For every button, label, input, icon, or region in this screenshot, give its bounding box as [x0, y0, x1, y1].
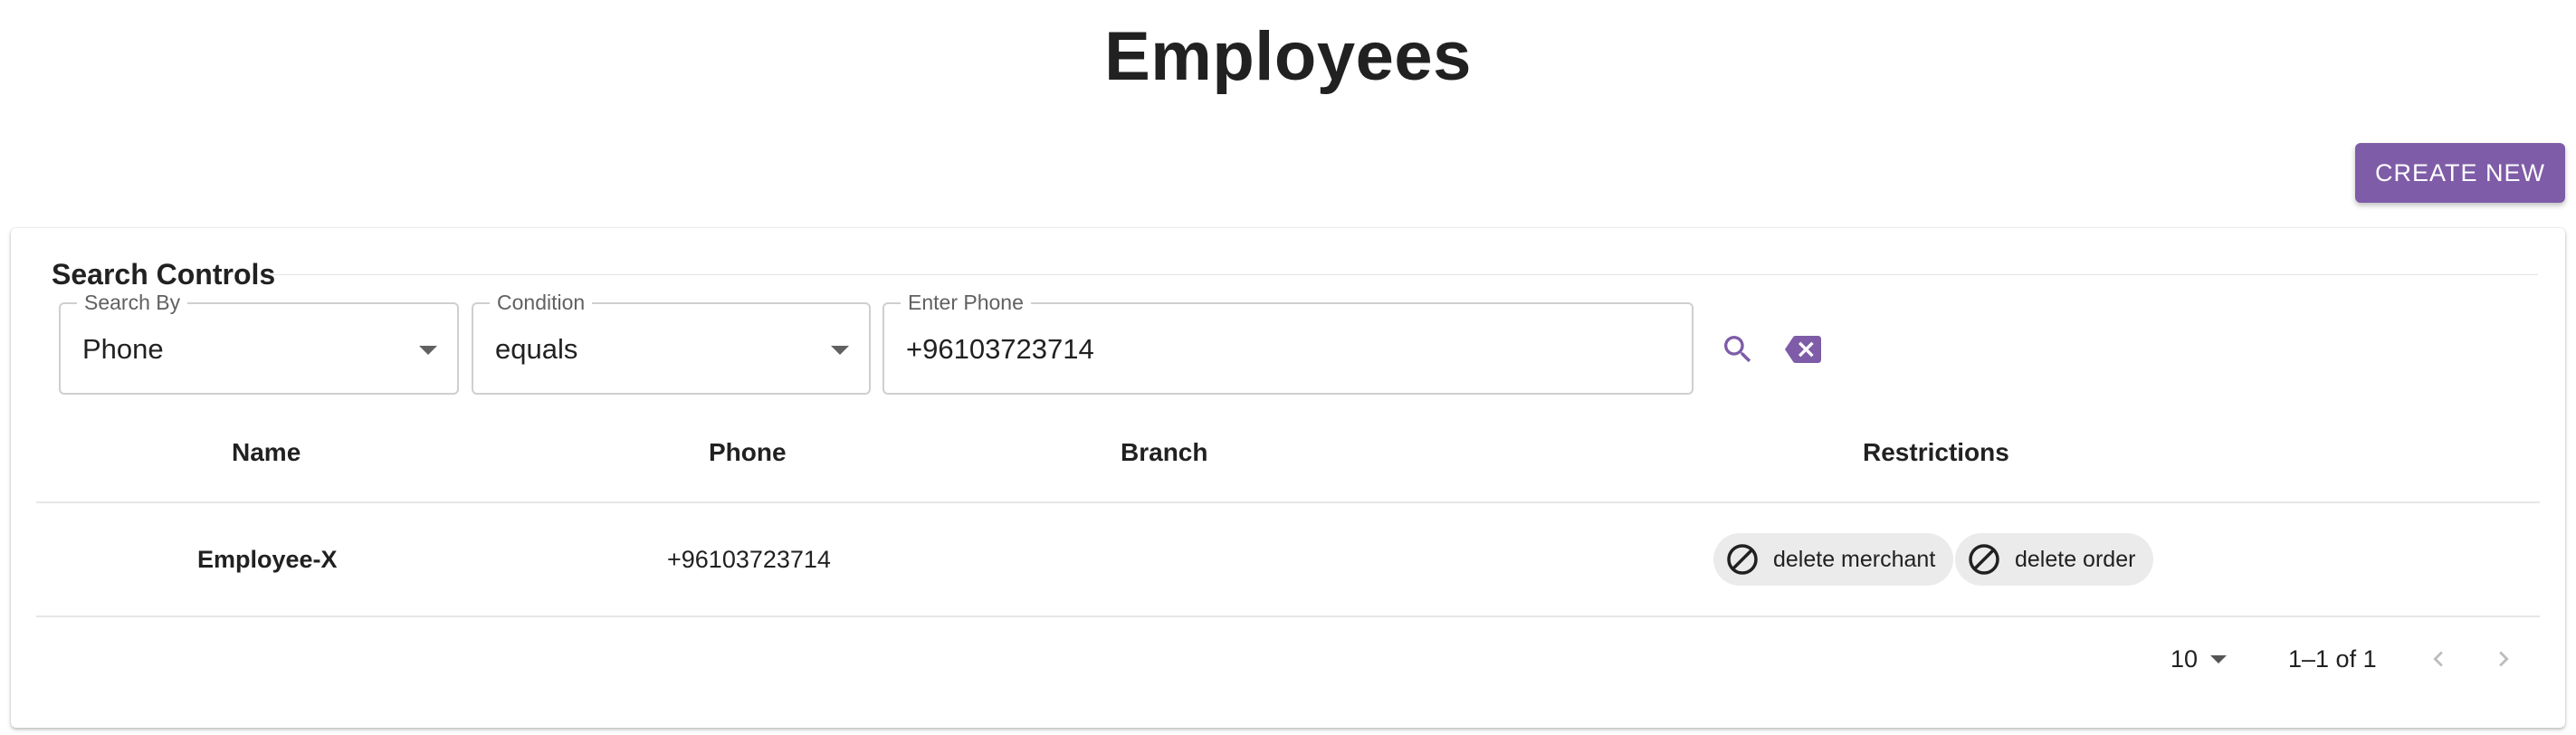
phone-input[interactable]: Enter Phone +96103723714: [883, 290, 1693, 395]
chevron-left-icon: [2433, 651, 2443, 667]
column-header-name: Name: [232, 438, 301, 466]
chevron-down-icon: [419, 346, 437, 355]
page-title: Employees: [1104, 18, 1472, 95]
block-icon: [1966, 541, 2002, 578]
condition-label: Condition: [490, 290, 593, 315]
column-header-phone: Phone: [709, 438, 787, 466]
create-new-button[interactable]: CREATE NEW: [2355, 143, 2565, 203]
restriction-chip-delete-order: delete order: [1955, 533, 2154, 586]
rows-per-page-value: 10: [2171, 645, 2199, 673]
clear-search-button[interactable]: [1781, 328, 1825, 371]
search-by-label: Search By: [77, 290, 188, 315]
block-icon: [1724, 541, 1760, 578]
search-by-select[interactable]: Search By Phone: [59, 290, 459, 395]
column-header-branch: Branch: [1121, 438, 1208, 466]
phone-label: Enter Phone: [901, 290, 1031, 315]
phone-value[interactable]: +96103723714: [906, 331, 1094, 368]
chip-label: delete order: [2015, 546, 2136, 572]
cell-phone: +96103723714: [667, 546, 831, 573]
chevron-down-icon: [831, 346, 849, 355]
previous-page-button[interactable]: [2420, 641, 2457, 677]
rows-per-page-select[interactable]: 10: [2171, 641, 2228, 677]
search-button[interactable]: [1716, 328, 1760, 371]
restriction-chip-delete-merchant: delete merchant: [1713, 533, 1954, 586]
column-header-restrictions: Restrictions: [1863, 438, 2009, 466]
chevron-right-icon: [2499, 651, 2509, 667]
chip-label: delete merchant: [1773, 546, 1936, 572]
backspace-clear-icon: [1785, 336, 1821, 363]
condition-value: equals: [495, 333, 578, 365]
search-controls-divider: [272, 274, 2538, 275]
condition-select[interactable]: Condition equals: [472, 290, 871, 395]
chevron-down-icon: [2210, 654, 2228, 663]
search-controls-legend: Search Controls: [52, 258, 285, 291]
search-icon: [1724, 336, 1751, 363]
next-page-button[interactable]: [2485, 641, 2522, 677]
search-by-value: Phone: [82, 333, 164, 365]
pagination-range: 1–1 of 1: [2288, 645, 2377, 673]
row-divider: [36, 616, 2540, 617]
cell-name: Employee-X: [197, 546, 338, 573]
header-divider: [36, 501, 2540, 503]
